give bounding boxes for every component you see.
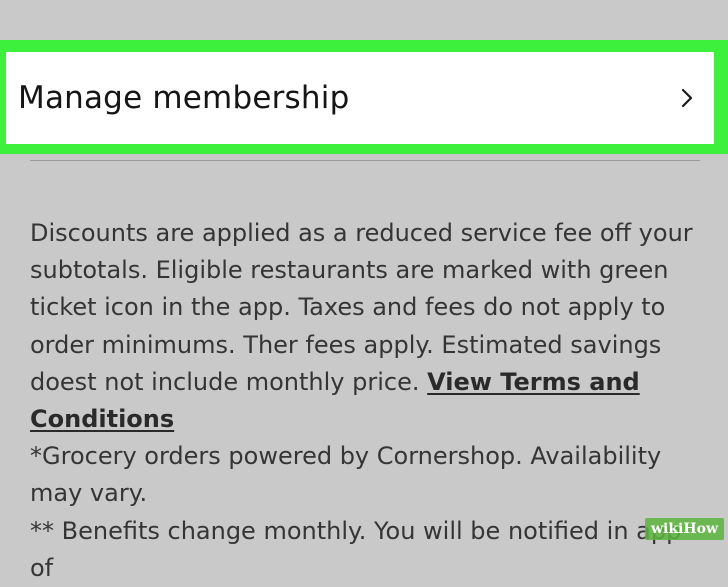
benefits-note: ** Benefits change monthly. You will be …: [30, 516, 682, 582]
discount-info-paragraph: Discounts are applied as a reduced servi…: [30, 215, 710, 438]
grocery-note: *Grocery orders powered by Cornershop. A…: [30, 442, 662, 508]
section-divider: [30, 160, 700, 161]
manage-membership-highlight: Manage membership: [0, 40, 728, 154]
membership-info-text: Discounts are applied as a reduced servi…: [30, 215, 710, 587]
wikihow-watermark: wikiHow: [644, 518, 724, 540]
manage-membership-button[interactable]: Manage membership: [6, 52, 714, 144]
chevron-right-icon: [676, 87, 698, 109]
manage-membership-label: Manage membership: [18, 80, 350, 116]
